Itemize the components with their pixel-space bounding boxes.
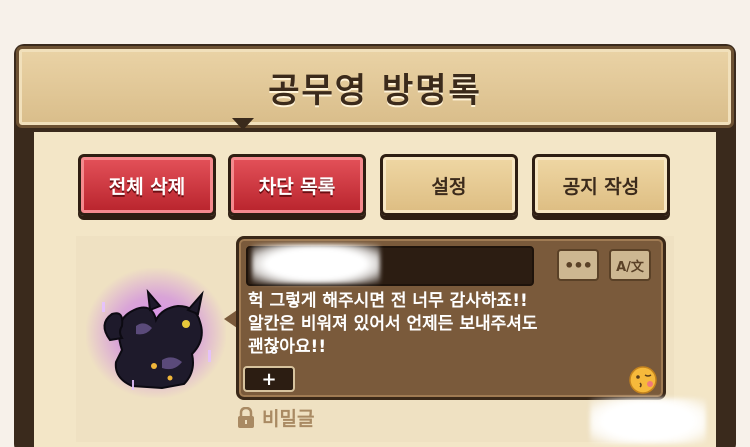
message-line: 알칸은 비워져 있어서 언제든 보내주셔도 (248, 314, 538, 334)
post-message: 헉 그렇게 해주시면 전 너무 감사하죠!! 알칸은 비워져 있어서 언제든 보… (248, 290, 658, 359)
delete-all-label: 전체 삭제 (108, 175, 186, 198)
more-options-button[interactable]: ••• (557, 249, 599, 281)
kiss-emoji-icon (629, 366, 657, 394)
page-title: 공무영 방명록 (268, 70, 482, 111)
lock-icon (238, 406, 254, 428)
secret-indicator: 비밀글 (236, 404, 314, 431)
block-list-label: 차단 목록 (258, 175, 336, 198)
expand-reply-button[interactable]: + (243, 366, 295, 392)
write-notice-button[interactable]: 공지 작성 (532, 154, 670, 216)
delete-all-button[interactable]: 전체 삭제 (78, 154, 216, 216)
title-plate: 공무영 방명록 (16, 46, 734, 128)
translate-button[interactable]: A/文 (609, 249, 651, 281)
message-line: 괜찮아요!! (248, 337, 327, 357)
write-notice-label: 공지 작성 (562, 175, 640, 198)
author-name-redaction (252, 244, 380, 284)
plus-icon: + (261, 368, 277, 390)
avatar[interactable] (92, 280, 222, 398)
message-line: 헉 그렇게 해주시면 전 너무 감사하죠!! (248, 291, 528, 311)
post-author-redaction (590, 398, 706, 444)
settings-label: 설정 (431, 175, 467, 198)
secret-label: 비밀글 (262, 408, 315, 430)
translate-icon: A/文 (616, 259, 644, 275)
block-list-button[interactable]: 차단 목록 (228, 154, 366, 216)
creature-eye (182, 320, 190, 328)
settings-button[interactable]: 설정 (380, 154, 518, 216)
more-dots-icon: ••• (564, 255, 593, 275)
